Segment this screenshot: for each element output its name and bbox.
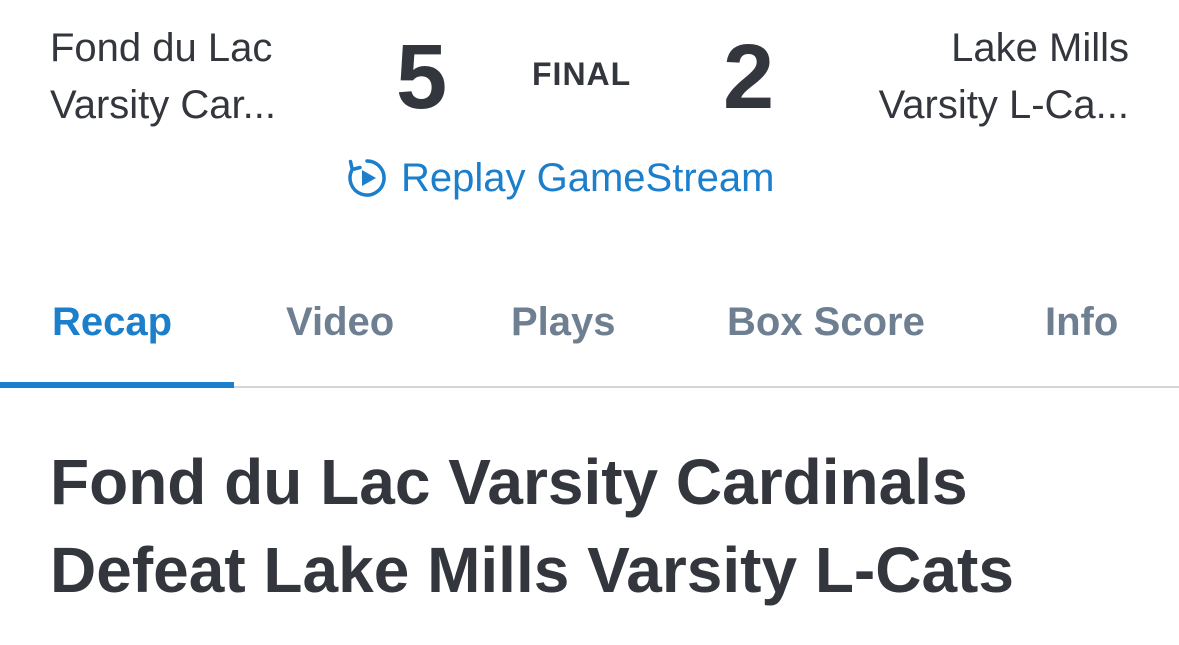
replay-gamestream-label: Replay GameStream [401, 155, 775, 200]
tab-recap[interactable]: Recap [52, 300, 172, 345]
scoreboard: Fond du Lac Varsity Car... 5 FINAL 2 Lak… [0, 0, 1179, 240]
replay-icon [345, 156, 389, 200]
tab-video[interactable]: Video [286, 300, 394, 345]
away-team-name[interactable]: Lake Mills Varsity L-Ca... [879, 20, 1129, 134]
recap-headline: Fond du Lac Varsity Cardinals Defeat Lak… [50, 446, 1014, 606]
home-team-name-line2: Varsity Car... [50, 83, 276, 127]
tab-box-score[interactable]: Box Score [727, 300, 925, 345]
tab-bar: Recap Video Plays Box Score Info [0, 280, 1179, 388]
away-score: 2 [723, 26, 775, 128]
home-team-name-line1: Fond du Lac [50, 26, 273, 70]
game-status: FINAL [532, 56, 632, 92]
away-team-name-line1: Lake Mills [951, 26, 1129, 70]
home-score: 5 [396, 26, 448, 128]
home-team-name[interactable]: Fond du Lac Varsity Car... [50, 20, 276, 134]
away-team-name-line2: Varsity L-Ca... [878, 83, 1129, 127]
replay-gamestream-button[interactable]: Replay GameStream [345, 152, 774, 204]
active-tab-indicator [0, 382, 234, 388]
tab-info[interactable]: Info [1045, 300, 1118, 345]
tab-plays[interactable]: Plays [511, 300, 616, 345]
